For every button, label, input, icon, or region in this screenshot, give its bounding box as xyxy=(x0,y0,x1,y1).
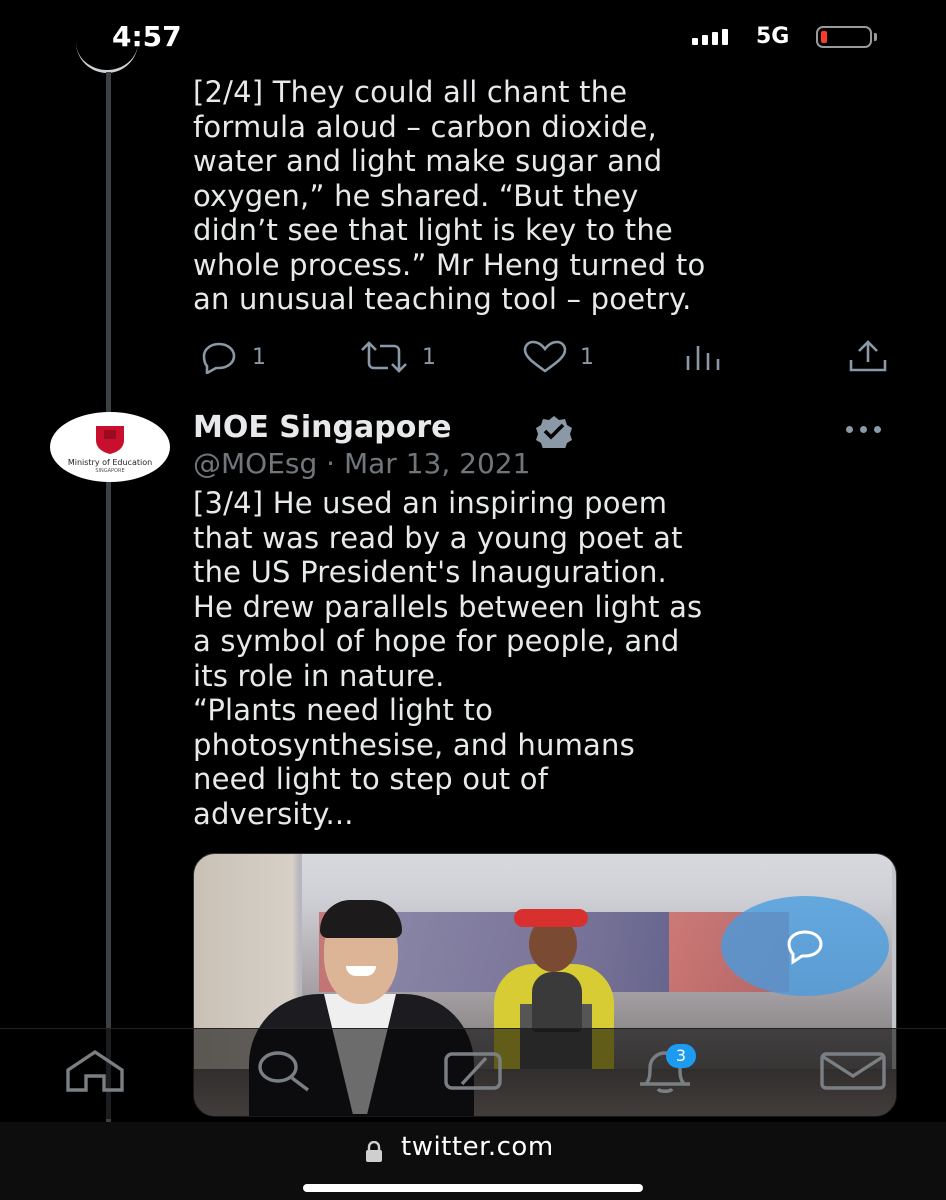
retweet-icon xyxy=(361,341,407,373)
avatar-caption: Ministry of Education xyxy=(67,458,153,467)
tweet-text-previous: [2/4] They could all chant the formula a… xyxy=(193,75,706,316)
tweet-date[interactable]: Mar 13, 2021 xyxy=(344,447,530,480)
nav-messages-icon[interactable] xyxy=(818,1048,888,1098)
signal-strength-icon xyxy=(692,29,728,45)
network-type: 5G xyxy=(756,24,790,49)
nav-home-icon[interactable] xyxy=(62,1048,128,1098)
share-button[interactable] xyxy=(846,340,890,374)
views-button[interactable] xyxy=(684,344,726,372)
meta-separator: · xyxy=(326,447,336,480)
notification-badge: 3 xyxy=(666,1044,696,1068)
nav-search-icon[interactable] xyxy=(248,1048,318,1098)
author-handle[interactable]: @MOEsg xyxy=(193,447,317,480)
microphones xyxy=(532,972,582,1032)
lock-icon xyxy=(364,1140,384,1167)
like-button[interactable]: 1 xyxy=(520,340,594,374)
verified-badge-icon xyxy=(531,414,577,452)
previous-avatar-edge xyxy=(76,40,138,73)
reply-count: 1 xyxy=(252,344,266,370)
thread-line xyxy=(106,72,111,1122)
retweet-count: 1 xyxy=(422,344,436,370)
compose-reply-fab[interactable] xyxy=(721,896,889,996)
author-name[interactable]: MOE Singapore xyxy=(193,410,452,445)
tweet-meta: @MOEsg · Mar 13, 2021 xyxy=(193,447,530,480)
avatar-subcaption: SINGAPORE xyxy=(95,468,125,474)
battery-tip xyxy=(874,33,877,41)
battery-icon xyxy=(816,26,872,48)
home-indicator[interactable] xyxy=(303,1184,643,1192)
avatar[interactable]: Ministry of Education SINGAPORE xyxy=(50,412,170,482)
like-count: 1 xyxy=(580,344,594,370)
tweet-text-main: [3/4] He used an inspiring poem that was… xyxy=(193,486,703,831)
share-icon xyxy=(849,340,887,372)
heart-icon xyxy=(523,340,567,373)
analytics-icon xyxy=(686,346,720,370)
retweet-button[interactable]: 1 xyxy=(356,340,436,374)
more-options-icon[interactable] xyxy=(846,426,881,433)
poet-headband xyxy=(514,909,588,927)
reply-icon xyxy=(202,342,236,374)
url-text[interactable]: twitter.com xyxy=(401,1132,554,1162)
teacher-hair xyxy=(320,900,402,938)
reply-bubble-icon xyxy=(787,930,823,965)
nav-compose-icon[interactable] xyxy=(440,1048,510,1098)
reply-button[interactable]: 1 xyxy=(196,340,266,374)
